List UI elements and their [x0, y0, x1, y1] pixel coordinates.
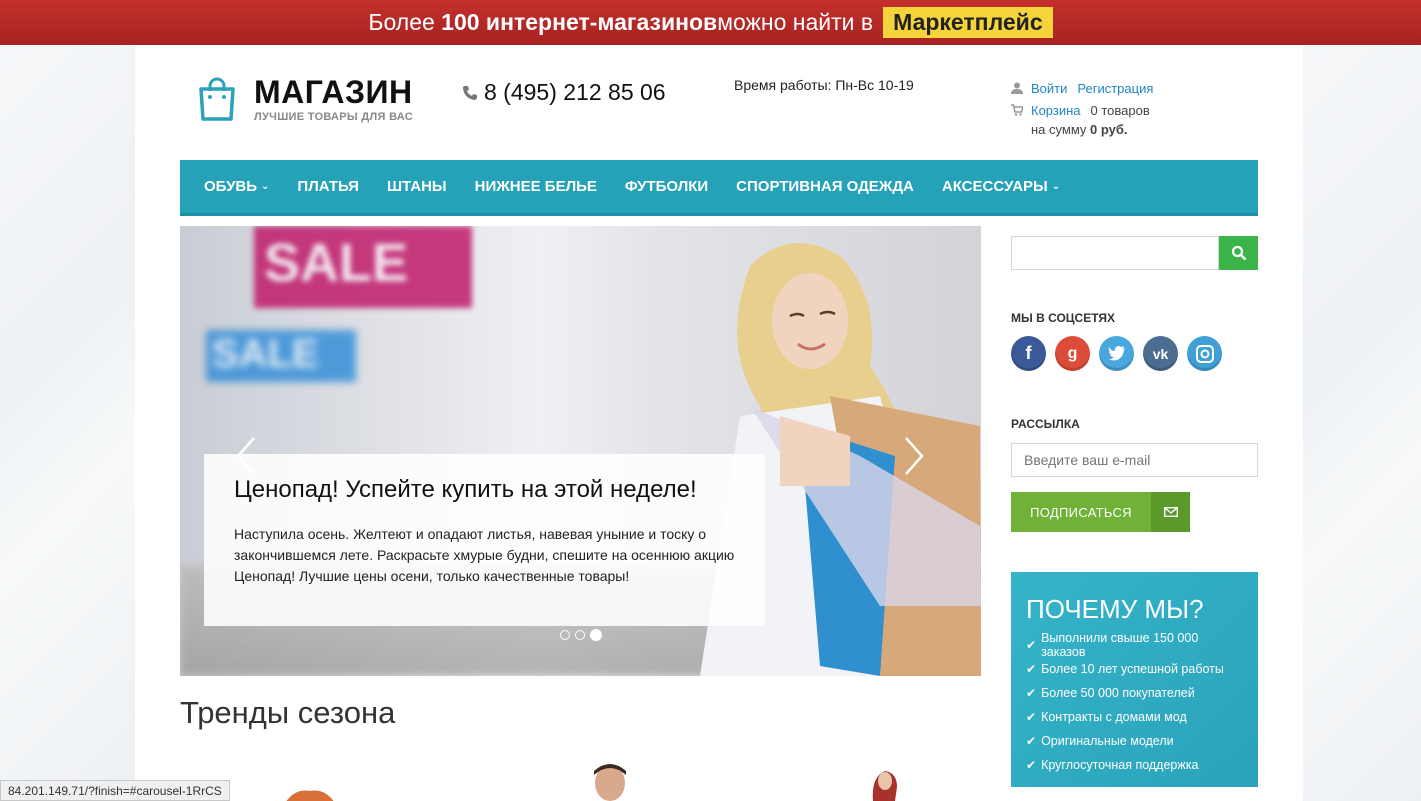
newsletter-title: РАССЫЛКА — [1011, 417, 1080, 431]
nav-label: ОБУВЬ — [204, 178, 258, 195]
working-hours: Время работы: Пн-Вс 10-19 — [734, 77, 914, 93]
check-icon: ✔ — [1026, 758, 1037, 772]
vk-icon[interactable]: vk — [1143, 336, 1178, 371]
banner-prefix: Более — [368, 9, 435, 35]
search-box — [1011, 236, 1258, 270]
product-thumbnail[interactable] — [275, 763, 345, 801]
search-icon — [1231, 245, 1246, 261]
cart-sum-label: на сумму — [1031, 122, 1091, 137]
check-icon: ✔ — [1026, 710, 1037, 724]
google-plus-icon[interactable]: g — [1055, 336, 1090, 371]
user-icon — [1011, 82, 1023, 94]
hero-carousel[interactable]: SALE SALE Ценопад! Успейте купить на это… — [180, 226, 981, 676]
why-us-item: Более 10 лет успешной работы — [1041, 662, 1224, 676]
twitter-icon[interactable] — [1099, 336, 1134, 371]
nav-label: НИЖНЕЕ БЕЛЬЕ — [474, 178, 597, 195]
carousel-indicators — [560, 629, 607, 641]
page-background-right — [1303, 45, 1421, 801]
list-item: ✔ Выполнили свыше 150 000 заказов — [1026, 631, 1243, 659]
subscribe-button[interactable]: ПОДПИСАТЬСЯ — [1011, 492, 1190, 532]
register-link[interactable]: Регистрация — [1077, 81, 1153, 96]
cart-icon — [1011, 104, 1023, 116]
nav-label: ПЛАТЬЯ — [297, 178, 359, 195]
banner-bold: 100 интернет-магазинов — [441, 9, 718, 35]
product-thumbnail[interactable] — [865, 767, 905, 801]
carousel-next-icon[interactable] — [902, 436, 926, 476]
why-us-item: Круглосуточная поддержка — [1041, 758, 1199, 772]
hero-title: Ценопад! Успейте купить на этой неделе! — [234, 476, 697, 503]
facebook-icon[interactable]: f — [1011, 336, 1046, 371]
sale-sign-text: SALE — [264, 233, 409, 293]
carousel-dot[interactable] — [575, 630, 585, 640]
nav-label: ФУТБОЛКИ — [624, 178, 709, 195]
carousel-dot[interactable] — [560, 630, 570, 640]
why-us-item: Оригинальные модели — [1041, 734, 1174, 748]
nav-label: ШТАНЫ — [386, 178, 447, 195]
nav-item-sportswear[interactable]: СПОРТИВНАЯ ОДЕЖДА — [736, 178, 914, 195]
why-us-panel: ПОЧЕМУ МЫ? ✔ Выполнили свыше 150 000 зака… — [1011, 572, 1258, 787]
carousel-dot-active[interactable] — [590, 629, 602, 641]
page-container: МАГАЗИН ЛУЧШИЕ ТОВАРЫ ДЛЯ ВАС 8 (495) 21… — [135, 45, 1303, 801]
marketplace-badge[interactable]: Маркетплейс — [883, 7, 1053, 38]
cart-sum-value: 0 руб. — [1090, 122, 1128, 137]
why-us-item: Контракты с домами мод — [1041, 710, 1187, 724]
cart-sum: на сумму 0 руб. — [1011, 121, 1163, 139]
nav-label: АКСЕССУАРЫ — [941, 178, 1048, 195]
logo[interactable]: МАГАЗИН ЛУЧШИЕ ТОВАРЫ ДЛЯ ВАС — [197, 75, 413, 123]
social-title: МЫ В СОЦСЕТЯХ — [1011, 311, 1116, 325]
marketplace-banner[interactable]: Более 100 интернет-магазинов можно найти… — [0, 0, 1421, 45]
why-us-item: Более 50 000 покупателей — [1041, 686, 1195, 700]
email-field[interactable] — [1011, 443, 1258, 477]
nav-label: СПОРТИВНАЯ ОДЕЖДА — [736, 178, 914, 195]
check-icon: ✔ — [1026, 734, 1037, 748]
cart-count: 0 товаров — [1090, 102, 1150, 118]
social-links: f g vk — [1011, 336, 1231, 371]
page-background-left — [0, 45, 135, 801]
chevron-down-icon: ⌄ — [261, 181, 270, 192]
check-icon: ✔ — [1026, 638, 1037, 652]
main-nav: ОБУВЬ ⌄ ПЛАТЬЯ ШТАНЫ НИЖНЕЕ БЕЛЬЕ ФУТБОЛК… — [180, 160, 1258, 216]
envelope-icon — [1151, 492, 1190, 532]
sale-sign-text: SALE — [212, 332, 319, 376]
why-us-item: Выполнили свыше 150 000 заказов — [1041, 631, 1199, 659]
why-us-title: ПОЧЕМУ МЫ? — [1026, 594, 1204, 624]
login-link[interactable]: Войти — [1031, 81, 1067, 96]
product-thumbnail[interactable] — [580, 763, 640, 801]
hero-text: Наступила осень. Желтеют и опадают листь… — [234, 526, 735, 584]
nav-item-shoes[interactable]: ОБУВЬ ⌄ — [204, 178, 269, 195]
check-icon: ✔ — [1026, 662, 1037, 676]
logo-subtitle: ЛУЧШИЕ ТОВАРЫ ДЛЯ ВАС — [254, 111, 413, 123]
cart-link[interactable]: Корзина — [1031, 103, 1081, 118]
nav-item-dresses[interactable]: ПЛАТЬЯ — [297, 178, 359, 195]
shopping-bag-icon — [199, 77, 235, 121]
list-item: ✔ Более 10 лет успешной работы — [1026, 657, 1243, 681]
account-panel: Войти Регистрация Корзина 0 товаров на с… — [1011, 77, 1163, 139]
phone-text: 8 (495) 212 85 06 — [484, 79, 666, 105]
logo-title: МАГАЗИН — [254, 74, 413, 110]
phone-icon — [463, 85, 477, 100]
list-item: ✔ Контракты с домами мод — [1026, 705, 1243, 729]
phone-number: 8 (495) 212 85 06 — [462, 79, 666, 106]
search-input[interactable] — [1011, 236, 1219, 270]
list-item: ✔ Оригинальные модели — [1026, 729, 1243, 753]
nav-item-pants[interactable]: ШТАНЫ — [387, 178, 447, 195]
subscribe-label: ПОДПИСАТЬСЯ — [1030, 504, 1132, 520]
why-us-list: ✔ Выполнили свыше 150 000 заказов ✔ Более … — [1026, 631, 1243, 777]
check-icon: ✔ — [1026, 686, 1037, 700]
search-button[interactable] — [1219, 236, 1258, 270]
browser-status-bar: 84.201.149.71/?finish=#carousel-1RrCS — [0, 780, 230, 801]
nav-item-tshirts[interactable]: ФУТБОЛКИ — [625, 178, 708, 195]
nav-item-underwear[interactable]: НИЖНЕЕ БЕЛЬЕ — [475, 178, 597, 195]
banner-suffix: можно найти в — [717, 9, 874, 35]
sale-sign-blue: SALE — [206, 330, 356, 382]
chevron-down-icon: ⌄ — [1051, 181, 1061, 192]
hero-caption: Ценопад! Успейте купить на этой неделе! … — [204, 454, 765, 626]
list-item: ✔ Более 50 000 покупателей — [1026, 681, 1243, 705]
trends-heading: Тренды сезона — [180, 695, 396, 730]
instagram-icon[interactable] — [1187, 336, 1222, 371]
nav-item-accessories[interactable]: АКСЕССУАРЫ ⌄ — [942, 178, 1060, 195]
sale-sign-pink: SALE — [254, 226, 472, 308]
list-item: ✔ Круглосуточная поддержка — [1026, 753, 1243, 777]
